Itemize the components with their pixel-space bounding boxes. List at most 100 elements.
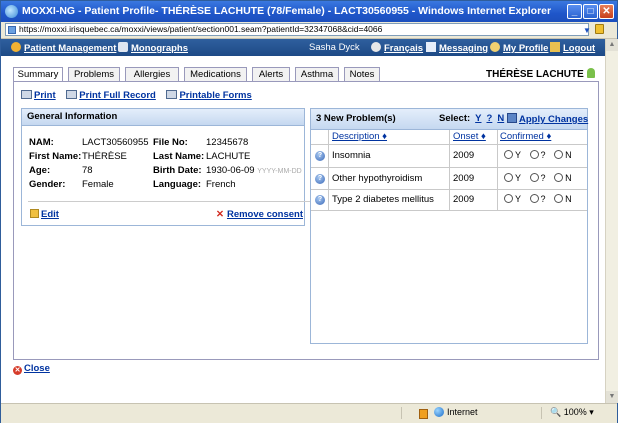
language-icon [371, 42, 381, 52]
tab-asthma[interactable]: Asthma [295, 67, 339, 81]
printer-icon [166, 90, 178, 99]
status-divider [541, 407, 542, 419]
zoom-control[interactable]: 🔍 100% ▾ [550, 407, 594, 418]
info-icon[interactable]: ? [315, 174, 325, 184]
logout-link[interactable]: Logout [563, 43, 595, 54]
messaging-link[interactable]: Messaging [439, 43, 488, 54]
problems-header: 3 New Problem(s) Select: Y? N Apply Change… [311, 109, 588, 130]
tab-allergies[interactable]: Allergies [125, 67, 179, 81]
general-information-panel: General Information NAM: LACT30560955 Fi… [21, 108, 324, 226]
table-row: ? Type 2 diabetes mellitus 2009 Y ? N [311, 189, 587, 211]
pencil-icon [30, 209, 39, 218]
zone-label: Internet [447, 407, 478, 417]
close-link[interactable]: Close [24, 363, 50, 374]
tab-alerts[interactable]: Alerts [252, 67, 290, 81]
status-divider [401, 407, 402, 419]
confirm-unknown-radio[interactable] [529, 194, 539, 203]
confirm-no-radio[interactable] [554, 173, 564, 182]
tab-notes[interactable]: Notes [344, 67, 380, 81]
zoom-level: 100% [563, 407, 587, 417]
confirm-radio-group: Y ? N [504, 173, 578, 183]
problem-onset: 2009 [453, 194, 475, 205]
printer-icon [66, 90, 78, 99]
gender-value: Female [82, 179, 114, 190]
confirm-yes-radio[interactable] [504, 194, 513, 203]
minimize-button[interactable]: _ [567, 4, 582, 19]
tab-problems[interactable]: Problems [68, 67, 120, 81]
globe-icon [434, 407, 444, 417]
url-dropdown-icon[interactable]: ▼ [583, 26, 591, 35]
problem-description: Insomnia [332, 150, 371, 161]
edit-link[interactable]: Edit [41, 209, 59, 220]
table-row: ? Other hypothyroidism 2009 Y ? N [311, 168, 587, 190]
select-all-yes[interactable]: Y [475, 113, 481, 124]
patient-management-link[interactable]: Patient Management [24, 43, 116, 54]
tab-medications[interactable]: Medications [184, 67, 247, 81]
last-name-value: LACHUTE [206, 151, 251, 162]
remove-consent-link[interactable]: Remove consent [227, 209, 303, 220]
save-icon [507, 113, 517, 123]
file-label: File No: [153, 137, 188, 148]
new-problems-count: 3 New Problem(s) [316, 113, 396, 124]
confirm-unknown-radio[interactable] [529, 150, 539, 159]
new-problems-panel: 3 New Problem(s) Select: Y? N Apply Change… [310, 108, 588, 344]
first-name-value: THÉRÈSE [82, 151, 127, 162]
column-confirmed[interactable]: Confirmed ♦ [500, 130, 551, 144]
book-icon [118, 42, 128, 52]
monographs-link[interactable]: Monographs [131, 43, 188, 54]
confirm-no-radio[interactable] [554, 150, 564, 159]
confirm-radio-group: Y ? N [504, 150, 578, 160]
info-icon[interactable]: ? [315, 151, 325, 161]
divider [28, 201, 324, 202]
vertical-scrollbar[interactable]: ▲ ▼ [605, 39, 618, 403]
general-information-header: General Information [22, 109, 304, 126]
column-description[interactable]: Description ♦ [332, 130, 387, 144]
select-all-unknown[interactable]: ? [487, 113, 493, 124]
app-menu-bar: Patient Management Monographs Sasha Dyck… [1, 39, 605, 56]
francais-link[interactable]: Français [384, 43, 423, 54]
address-bar: https://moxxi.irisquebec.ca/moxxi/views/… [1, 22, 617, 39]
printable-forms-link[interactable]: Printable Forms [179, 90, 251, 101]
print-actions: Print Print Full Record Printable Forms [21, 90, 260, 101]
birth-date-format-hint: YYYY-MM-DD [257, 168, 302, 175]
print-link[interactable]: Print [34, 90, 56, 101]
confirm-no-radio[interactable] [554, 194, 564, 203]
my-profile-link[interactable]: My Profile [503, 43, 548, 54]
page-icon [8, 26, 16, 34]
close-action: ✕ Close [13, 363, 50, 375]
print-full-record-link[interactable]: Print Full Record [79, 90, 156, 101]
close-icon: ✕ [13, 366, 22, 375]
last-name-label: Last Name: [153, 151, 205, 162]
title-bar: MOXXI-NG - Patient Profile- THÉRÈSE LACH… [1, 1, 617, 22]
close-window-button[interactable]: ✕ [599, 4, 614, 19]
file-value: 12345678 [206, 137, 249, 148]
problem-onset: 2009 [453, 150, 475, 161]
maximize-button[interactable]: □ [583, 4, 598, 19]
lock-icon[interactable] [595, 24, 604, 34]
apply-changes-link[interactable]: Apply Changes [519, 114, 588, 125]
confirm-yes-radio[interactable] [504, 150, 513, 159]
browser-window: MOXXI-NG - Patient Profile- THÉRÈSE LACH… [0, 0, 618, 423]
first-name-label: First Name: [29, 151, 82, 162]
age-value: 78 [82, 165, 93, 176]
language-label: Language: [153, 179, 202, 190]
birth-date-value: 1930-06-09 [206, 165, 255, 176]
scroll-up-arrow-icon[interactable]: ▲ [606, 39, 618, 51]
select-all-no[interactable]: N [497, 113, 504, 124]
scroll-down-arrow-icon[interactable]: ▼ [606, 391, 618, 403]
printer-icon [21, 90, 32, 99]
people-icon [11, 42, 21, 52]
security-icon [419, 409, 428, 419]
confirm-unknown-radio[interactable] [529, 173, 539, 182]
nam-label: NAM: [29, 137, 54, 148]
age-label: Age: [29, 165, 51, 176]
gender-label: Gender: [29, 179, 66, 190]
select-all: Select: Y? N [439, 113, 504, 124]
profile-icon [490, 42, 500, 52]
confirm-yes-radio[interactable] [504, 173, 513, 182]
tab-summary[interactable]: Summary [13, 67, 63, 82]
column-onset[interactable]: Onset ♦ [453, 130, 486, 144]
person-icon [586, 68, 595, 78]
info-icon[interactable]: ? [315, 195, 325, 205]
url-field[interactable]: https://moxxi.irisquebec.ca/moxxi/views/… [5, 23, 591, 36]
